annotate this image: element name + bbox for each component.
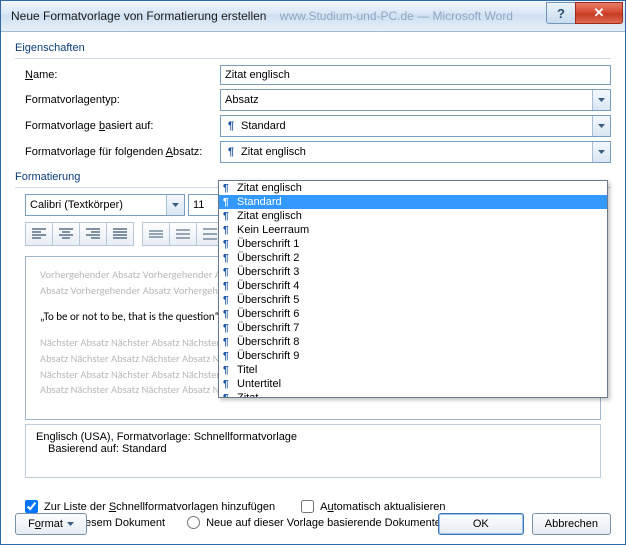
name-input[interactable] xyxy=(220,65,611,85)
quicklist-checkbox[interactable] xyxy=(25,500,38,513)
font-combo[interactable]: Calibri (Textkörper) xyxy=(25,194,185,216)
autoupdate-label: Automatisch aktualisieren xyxy=(320,501,445,513)
dropdown-item-label: Überschrift 8 xyxy=(237,336,299,348)
dropdown-item-label: Überschrift 3 xyxy=(237,266,299,278)
label-type: Formatvorlagentyp: xyxy=(15,94,220,106)
autoupdate-checkbox[interactable] xyxy=(301,500,314,513)
paragraph-icon: ¶ xyxy=(223,281,237,292)
linespacing-1-button[interactable] xyxy=(142,222,170,246)
dropdown-item[interactable]: ¶Zitat englisch xyxy=(219,181,607,195)
paragraph-icon: ¶ xyxy=(223,393,237,398)
dropdown-item[interactable]: ¶Überschrift 3 xyxy=(219,265,607,279)
dropdown-item[interactable]: ¶Titel xyxy=(219,363,607,377)
dropdown-item[interactable]: ¶Zitat xyxy=(219,391,607,397)
chevron-down-icon[interactable] xyxy=(592,90,610,110)
dropdown-item[interactable]: ¶Zitat englisch xyxy=(219,209,607,223)
help-button[interactable]: ? xyxy=(546,2,576,24)
dropdown-item[interactable]: ¶Überschrift 6 xyxy=(219,307,607,321)
dropdown-item-label: Standard xyxy=(237,196,282,208)
align-justify-button[interactable] xyxy=(106,222,134,246)
ok-button[interactable]: OK xyxy=(438,513,524,535)
dropdown-item-label: Kein Leerraum xyxy=(237,224,309,236)
chevron-down-icon[interactable] xyxy=(592,142,610,162)
paragraph-icon: ¶ xyxy=(223,323,237,334)
paragraph-icon: ¶ xyxy=(223,295,237,306)
title-bar: Neue Formatvorlage von Formatierung erst… xyxy=(1,1,625,32)
paragraph-icon: ¶ xyxy=(223,309,237,320)
dropdown-item[interactable]: ¶Überschrift 9 xyxy=(219,349,607,363)
dropdown-item-label: Überschrift 4 xyxy=(237,280,299,292)
cancel-button[interactable]: Abbrechen xyxy=(532,513,611,535)
style-info: Englisch (USA), Formatvorlage: Schnellfo… xyxy=(25,424,601,478)
align-right-button[interactable] xyxy=(79,222,107,246)
dropdown-item-label: Zitat englisch xyxy=(237,210,302,222)
align-center-button[interactable] xyxy=(52,222,80,246)
dialog-body: Eigenschaften Name: Formatvorlagentyp: A… xyxy=(1,32,625,545)
paragraph-icon: ¶ xyxy=(223,225,237,236)
label-following: Formatvorlage für folgenden Absatz: xyxy=(15,146,220,158)
dropdown-item-label: Titel xyxy=(237,364,257,376)
paragraph-icon: ¶ xyxy=(223,211,237,222)
chevron-down-icon xyxy=(67,522,74,526)
paragraph-icon: ¶ xyxy=(223,197,237,208)
paragraph-icon: ¶ xyxy=(223,183,237,194)
dropdown-item[interactable]: ¶Kein Leerraum xyxy=(219,223,607,237)
dropdown-item-label: Überschrift 5 xyxy=(237,294,299,306)
dropdown-item-label: Überschrift 6 xyxy=(237,308,299,320)
paragraph-icon: ¶ xyxy=(223,351,237,362)
dropdown-item-label: Überschrift 9 xyxy=(237,350,299,362)
dropdown-item-label: Überschrift 2 xyxy=(237,252,299,264)
following-combo[interactable]: ¶Zitat englisch xyxy=(220,141,611,163)
paragraph-icon: ¶ xyxy=(225,120,237,132)
quicklist-label: Zur Liste der Schnellformatvorlagen hinz… xyxy=(44,501,275,513)
paragraph-icon: ¶ xyxy=(223,379,237,390)
dropdown-item[interactable]: ¶Überschrift 2 xyxy=(219,251,607,265)
linespacing-15-button[interactable] xyxy=(169,222,197,246)
chevron-down-icon[interactable] xyxy=(592,116,610,136)
paragraph-icon: ¶ xyxy=(223,337,237,348)
format-button[interactable]: Format xyxy=(15,513,87,535)
dialog-window: Neue Formatvorlage von Formatierung erst… xyxy=(0,0,626,545)
align-left-button[interactable] xyxy=(25,222,53,246)
type-combo[interactable]: Absatz xyxy=(220,89,611,111)
section-properties: Eigenschaften xyxy=(15,42,611,54)
paragraph-icon: ¶ xyxy=(223,365,237,376)
dropdown-item[interactable]: ¶Überschrift 1 xyxy=(219,237,607,251)
dropdown-item-label: Zitat xyxy=(237,392,258,397)
label-based-on: Formatvorlage basiert auf: xyxy=(15,120,220,132)
dropdown-item[interactable]: ¶Untertitel xyxy=(219,377,607,391)
dropdown-item[interactable]: ¶Überschrift 7 xyxy=(219,321,607,335)
chevron-down-icon[interactable] xyxy=(166,195,184,215)
dropdown-item[interactable]: ¶Überschrift 4 xyxy=(219,279,607,293)
following-style-dropdown[interactable]: ¶Zitat englisch¶Standard¶Zitat englisch¶… xyxy=(218,180,608,398)
close-button[interactable]: ✕ xyxy=(575,2,623,24)
dropdown-item[interactable]: ¶Standard xyxy=(219,195,607,209)
label-name: Name: xyxy=(15,69,220,81)
window-title: Neue Formatvorlage von Formatierung erst… xyxy=(11,9,547,23)
dropdown-item-label: Untertitel xyxy=(237,378,281,390)
dropdown-item[interactable]: ¶Überschrift 5 xyxy=(219,293,607,307)
based-on-combo[interactable]: ¶Standard xyxy=(220,115,611,137)
paragraph-icon: ¶ xyxy=(225,146,237,158)
dropdown-item-label: Überschrift 1 xyxy=(237,238,299,250)
dropdown-item-label: Zitat englisch xyxy=(237,182,302,194)
paragraph-icon: ¶ xyxy=(223,253,237,264)
dropdown-item-label: Überschrift 7 xyxy=(237,322,299,334)
paragraph-icon: ¶ xyxy=(223,267,237,278)
dropdown-item[interactable]: ¶Überschrift 8 xyxy=(219,335,607,349)
paragraph-icon: ¶ xyxy=(223,239,237,250)
